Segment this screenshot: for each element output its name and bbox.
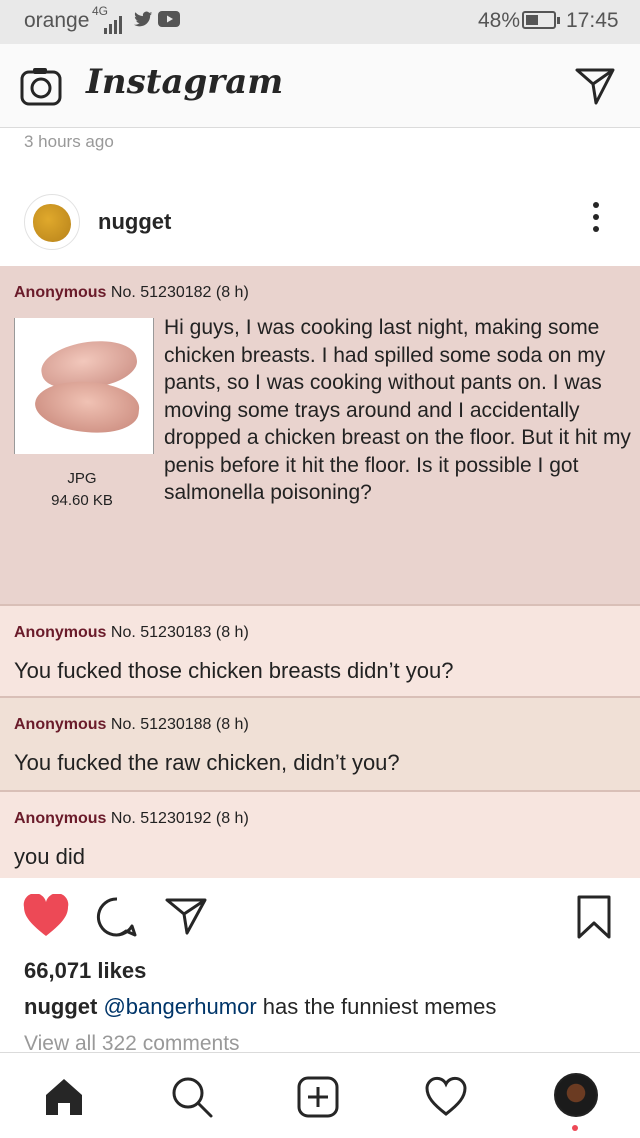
op-body-text: Hi guys, I was cooking last night, makin… bbox=[164, 316, 631, 504]
file-type: JPG bbox=[67, 470, 97, 487]
camera-icon[interactable] bbox=[20, 66, 62, 108]
reply-meta: Anonymous No. 51230192 (8 h) bbox=[14, 810, 249, 828]
instagram-logo[interactable]: Instagram bbox=[86, 62, 283, 102]
reply-post-number: No. 51230188 (8 h) bbox=[110, 716, 249, 733]
file-info: JPG 94.60 KB bbox=[0, 468, 164, 512]
more-options-icon[interactable] bbox=[591, 202, 601, 242]
add-post-icon[interactable] bbox=[296, 1075, 340, 1119]
battery-percent: 48% bbox=[478, 9, 521, 32]
battery-icon bbox=[522, 11, 560, 29]
previous-post-timestamp: 3 hours ago bbox=[24, 132, 114, 151]
op-author: Anonymous bbox=[14, 284, 107, 301]
reply-post-number: No. 51230183 (8 h) bbox=[110, 624, 249, 641]
activity-heart-icon[interactable] bbox=[424, 1075, 468, 1119]
reply-meta: Anonymous No. 51230188 (8 h) bbox=[14, 716, 249, 734]
twitter-icon bbox=[133, 11, 153, 27]
view-comments-link[interactable]: View all 322 comments bbox=[24, 1032, 240, 1052]
nugget-avatar-image bbox=[33, 204, 71, 242]
reply-post: Anonymous No. 51230183 (8 h) You fucked … bbox=[0, 604, 640, 696]
status-bar: orange 4G 48% 17:45 bbox=[0, 0, 640, 44]
share-icon[interactable] bbox=[164, 896, 208, 936]
clock: 17:45 bbox=[566, 9, 619, 32]
reply-post-number: No. 51230192 (8 h) bbox=[110, 810, 249, 827]
reply-author: Anonymous bbox=[14, 716, 107, 733]
caption-text: has the funniest memes bbox=[256, 994, 497, 1019]
like-count[interactable]: 66,071 likes bbox=[24, 958, 146, 984]
app-header: Instagram bbox=[0, 44, 640, 128]
home-icon[interactable] bbox=[42, 1075, 86, 1119]
caption: nugget @bangerhumor has the funniest mem… bbox=[24, 994, 496, 1020]
reply-post: Anonymous No. 51230192 (8 h) you did bbox=[0, 790, 640, 878]
post-header: nugget bbox=[0, 180, 640, 264]
profile-avatar-icon[interactable] bbox=[554, 1073, 598, 1117]
direct-message-icon[interactable] bbox=[574, 66, 616, 106]
reply-author: Anonymous bbox=[14, 810, 107, 827]
caption-mention[interactable]: @bangerhumor bbox=[103, 994, 256, 1019]
carrier-name: orange bbox=[24, 9, 90, 32]
file-size: 94.60 KB bbox=[51, 492, 113, 509]
op-post: Anonymous No. 51230182 (8 h) JPG 94.60 K… bbox=[0, 266, 640, 604]
post-username[interactable]: nugget bbox=[98, 209, 171, 235]
avatar[interactable] bbox=[24, 194, 80, 250]
reply-author: Anonymous bbox=[14, 624, 107, 641]
caption-username[interactable]: nugget bbox=[24, 994, 97, 1019]
notification-dot bbox=[572, 1125, 578, 1131]
op-post-meta: Anonymous No. 51230182 (8 h) bbox=[14, 284, 249, 302]
bottom-navigation bbox=[0, 1052, 640, 1138]
signal-icon bbox=[104, 10, 124, 34]
op-post-number: No. 51230182 (8 h) bbox=[110, 284, 249, 301]
reply-post: Anonymous No. 51230188 (8 h) You fucked … bbox=[0, 696, 640, 790]
comment-icon[interactable] bbox=[96, 896, 138, 938]
bookmark-icon[interactable] bbox=[576, 894, 612, 940]
chicken-breast-thumbnail bbox=[14, 318, 154, 454]
reply-body-text: You fucked the raw chicken, didn’t you? bbox=[14, 750, 400, 775]
reply-body-text: You fucked those chicken breasts didn’t … bbox=[14, 658, 454, 683]
search-icon[interactable] bbox=[170, 1075, 214, 1119]
reply-body-text: you did bbox=[14, 844, 85, 869]
post-actions bbox=[0, 880, 640, 950]
post-image[interactable]: Anonymous No. 51230182 (8 h) JPG 94.60 K… bbox=[0, 266, 640, 878]
heart-icon[interactable] bbox=[22, 894, 70, 938]
reply-meta: Anonymous No. 51230183 (8 h) bbox=[14, 624, 249, 642]
youtube-icon bbox=[158, 11, 180, 27]
